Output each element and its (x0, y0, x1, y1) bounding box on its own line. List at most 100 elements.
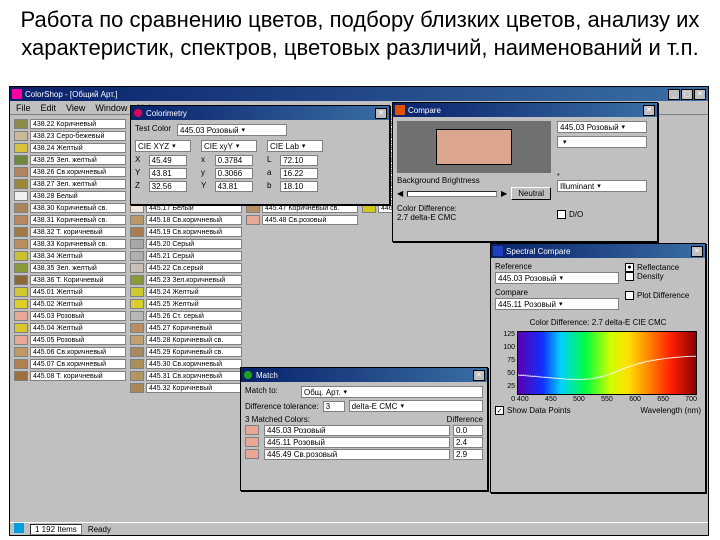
swatch-icon (14, 203, 28, 213)
swatch-icon (14, 215, 28, 225)
tol-unit-dropdown[interactable]: delta-E CMC (349, 400, 483, 412)
color-row[interactable]: 445.21 Серый (130, 250, 242, 261)
tol-label: Difference tolerance: (245, 402, 319, 411)
test-color-dropdown[interactable]: 445.03 Розовый (177, 124, 287, 136)
color-label: 445.25 Желтый (146, 299, 242, 309)
swatch-icon (14, 371, 28, 381)
spectral-close[interactable]: ✕ (691, 246, 703, 257)
color-row[interactable]: 445.22 Св.серый (130, 262, 242, 273)
coord-label: y (201, 168, 211, 179)
color-label: 445.19 Св.коричневый (146, 227, 242, 237)
color-label: 438.25 Зел. желтый (30, 155, 126, 165)
compare-window[interactable]: Compare ✕ Background Brightness ◀▶ Neutr… (392, 102, 658, 242)
color-row[interactable]: 438.30 Коричневый св. (14, 202, 126, 213)
spectral-cmp-dropdown[interactable]: 445.11 Розовый (495, 298, 619, 310)
color-row[interactable]: 438.28 Белый (14, 190, 126, 201)
colorimetry-close[interactable]: ✕ (375, 108, 387, 119)
menu-window[interactable]: Window (95, 103, 127, 113)
app-titlebar[interactable]: ColorShop - [Общий Арт.] _ ▢ ✕ (10, 87, 708, 101)
minimize-button[interactable]: _ (668, 89, 680, 100)
compare-ref-dropdown[interactable]: 445.03 Розовый (557, 121, 647, 133)
color-row[interactable]: 438.22 Коричневый (14, 118, 126, 129)
color-row[interactable]: 438.34 Желтый (14, 250, 126, 261)
color-row[interactable]: 438.23 Серо-бежевый (14, 130, 126, 141)
spectral-window[interactable]: Spectral Compare ✕ Reference 445.03 Розо… (490, 243, 706, 493)
color-row[interactable]: 438.35 Зел. желтый (14, 262, 126, 273)
swatch-icon (14, 347, 28, 357)
tol-input[interactable]: 3 (323, 401, 345, 412)
color-row[interactable]: 445.18 Св.коричневый (130, 214, 242, 225)
color-row[interactable]: 445.26 Ст. серый (130, 310, 242, 321)
color-row[interactable]: 438.26 Св.коричневый (14, 166, 126, 177)
color-row[interactable]: 445.06 Св.коричневый (14, 346, 126, 357)
match-row[interactable]: 445.11 Розовый2.4 (245, 437, 483, 448)
swatch-icon (14, 179, 28, 189)
color-row[interactable]: 445.27 Коричневый (130, 322, 242, 333)
match-diff: 0.0 (453, 425, 483, 436)
show-points-checkbox[interactable]: ✓Show Data Points (495, 406, 571, 415)
color-row[interactable]: 438.33 Коричневый св. (14, 238, 126, 249)
density-radio[interactable]: Density (625, 272, 664, 281)
color-label: 438.30 Коричневый св. (30, 203, 126, 213)
x-axis: 400450500550600650700 (517, 396, 697, 403)
plot-diff-checkbox[interactable]: Plot Difference (625, 291, 689, 300)
color-row[interactable]: 445.19 Св.коричневый (130, 226, 242, 237)
spectrum-chart (517, 331, 697, 395)
do-checkbox[interactable]: D/O (557, 210, 583, 219)
color-row[interactable]: 445.04 Желтый (14, 322, 126, 333)
color-row[interactable]: 445.03 Розовый (14, 310, 126, 321)
color-row[interactable]: 438.24 Желтый (14, 142, 126, 153)
color-row[interactable]: 445.23 Зел.коричневый (130, 274, 242, 285)
coord-value: 72.10 (280, 155, 318, 166)
status-count: 1 192 Items (30, 524, 82, 535)
coord-value: 32.56 (149, 181, 187, 192)
reflectance-radio[interactable]: ●Reflectance (625, 263, 679, 272)
match-name: 445.49 Св.розовый (264, 449, 450, 460)
brightness-slider[interactable] (407, 191, 497, 197)
space3-dropdown[interactable]: CIE Lab (267, 140, 323, 152)
swatch-icon (14, 119, 28, 129)
color-row[interactable]: 445.28 Коричневый св. (130, 334, 242, 345)
match-row[interactable]: 445.03 Розовый0.0 (245, 425, 483, 436)
colorimetry-window[interactable]: Colorimetry ✕ Test Color 445.03 Розовый … (130, 105, 390, 205)
neutral-button[interactable]: Neutral (511, 187, 551, 200)
color-row[interactable]: 438.25 Зел. желтый (14, 154, 126, 165)
menu-edit[interactable]: Edit (41, 103, 57, 113)
color-row[interactable]: 438.32 Т. коричневый (14, 226, 126, 237)
match-window[interactable]: Match ✕ Match to: Общ. Арт. Difference t… (240, 367, 488, 491)
menu-file[interactable]: File (16, 103, 31, 113)
coord-value: 45.49 (149, 155, 187, 166)
compare-cmp-dropdown[interactable] (557, 136, 647, 148)
color-row[interactable]: 438.31 Коричневый св. (14, 214, 126, 225)
match-to-dropdown[interactable]: Общ. Арт. (301, 386, 483, 398)
color-row[interactable]: 445.30 Св.коричневый (130, 358, 242, 369)
color-row[interactable]: 445.07 Св.коричневый (14, 358, 126, 369)
menu-view[interactable]: View (66, 103, 85, 113)
color-row[interactable]: 445.01 Желтый (14, 286, 126, 297)
basis-dropdown[interactable]: Illuminant (557, 180, 647, 192)
color-row[interactable]: 438.36 Т. Коричневый (14, 274, 126, 285)
maximize-button[interactable]: ▢ (681, 89, 693, 100)
color-row[interactable]: 445.24 Желтый (130, 286, 242, 297)
color-row[interactable]: 445.31 Св.коричневый (130, 370, 242, 381)
color-label: 445.48 Св.розовый (262, 215, 358, 225)
color-row[interactable]: 445.32 Коричневый (130, 382, 242, 393)
status-icon (14, 523, 24, 535)
color-row[interactable]: 445.02 Желтый (14, 298, 126, 309)
space2-dropdown[interactable]: CIE xyY (201, 140, 257, 152)
color-row[interactable]: 445.20 Серый (130, 238, 242, 249)
color-row[interactable]: 445.29 Коричневый св. (130, 346, 242, 357)
compare-close[interactable]: ✕ (643, 105, 655, 116)
color-row[interactable]: 445.48 Св.розовый (246, 214, 358, 225)
color-row[interactable]: 445.08 Т. коричневый (14, 370, 126, 381)
spectral-ref-dropdown[interactable]: 445.03 Розовый (495, 272, 619, 284)
match-row[interactable]: 445.49 Св.розовый2.9 (245, 449, 483, 460)
color-row[interactable]: 438.27 Зел. желтый (14, 178, 126, 189)
color-row[interactable]: 445.05 Розовый (14, 334, 126, 345)
swatch-icon (14, 335, 28, 345)
match-close[interactable]: ✕ (473, 370, 485, 381)
close-button[interactable]: ✕ (694, 89, 706, 100)
coord-label: a (267, 168, 276, 179)
color-row[interactable]: 445.25 Желтый (130, 298, 242, 309)
space1-dropdown[interactable]: CIE XYZ (135, 140, 191, 152)
